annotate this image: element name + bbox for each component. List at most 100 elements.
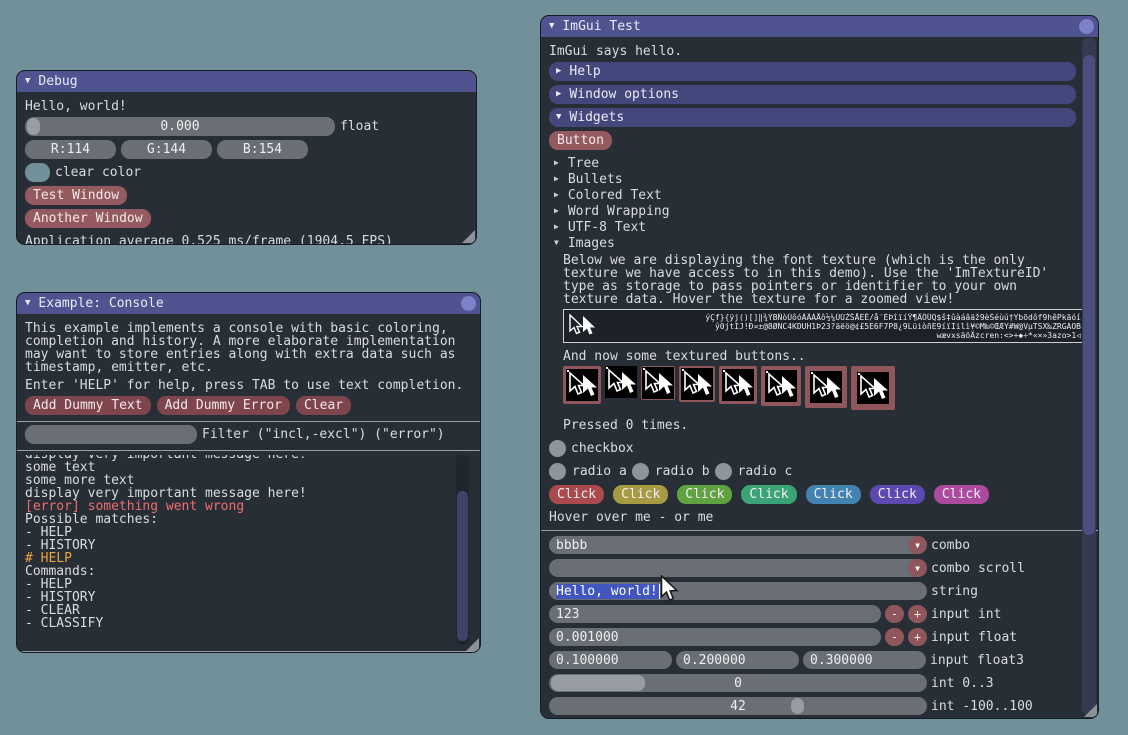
- debug-titlebar[interactable]: ▼ Debug: [17, 71, 476, 92]
- combo-scroll-box[interactable]: ▼: [549, 559, 927, 577]
- radio-circle-icon[interactable]: [632, 463, 649, 480]
- click-button[interactable]: Click: [741, 485, 796, 504]
- decrement-button[interactable]: -: [885, 605, 904, 623]
- radio-button[interactable]: radio b: [632, 463, 710, 480]
- input-int-field[interactable]: 123: [549, 605, 881, 623]
- imgui-test-window: ▼ ImGui Test ImGui says hello. ▶ Help ▶ …: [540, 15, 1099, 719]
- console-log-region[interactable]: display very important message here! som…: [25, 455, 472, 645]
- image-button[interactable]: [851, 366, 895, 410]
- another-window-button[interactable]: Another Window: [25, 209, 151, 228]
- combo-arrow-button[interactable]: ▼: [908, 559, 927, 577]
- tree-node[interactable]: ▶ Colored Text: [549, 187, 1076, 203]
- input-float3-value: 0.300000: [810, 653, 873, 668]
- tree-node[interactable]: ▶ Bullets: [549, 171, 1076, 187]
- add-dummy-error-button[interactable]: Add Dummy Error: [157, 396, 290, 415]
- cursor-texture-icon: [642, 367, 674, 399]
- tree-arrow-icon[interactable]: ▶: [554, 175, 559, 183]
- input-int-label: input int: [931, 607, 1001, 622]
- decrement-button[interactable]: -: [885, 628, 904, 646]
- hover-text: Hover over me - or me: [549, 511, 1076, 524]
- float-slider[interactable]: 0.000: [25, 117, 335, 136]
- click-button[interactable]: Click: [934, 485, 989, 504]
- filter-input[interactable]: [25, 425, 197, 444]
- slider-int-0-3[interactable]: 0: [549, 674, 927, 692]
- slider-grab[interactable]: [791, 698, 804, 714]
- string-input[interactable]: Hello, world!: [549, 582, 927, 600]
- radio-circle-icon[interactable]: [715, 463, 732, 480]
- cursor-glyphs-icon: [567, 313, 597, 339]
- input-float3-value: 0.100000: [556, 653, 619, 668]
- click-button[interactable]: Click: [677, 485, 732, 504]
- resize-grip[interactable]: [462, 230, 475, 243]
- increment-button[interactable]: +: [908, 605, 927, 623]
- click-button[interactable]: Click: [870, 485, 925, 504]
- resize-grip[interactable]: [1084, 704, 1097, 717]
- close-button[interactable]: [461, 296, 476, 311]
- color-drag-field[interactable]: G:144: [121, 140, 212, 159]
- collapsing-headers: ▶ Help ▶ Window options ▼ Widgets: [549, 62, 1076, 127]
- combo-box[interactable]: bbbb ▼: [549, 536, 927, 554]
- input-float3-field[interactable]: 0.200000: [676, 651, 799, 669]
- collapse-arrow-icon[interactable]: ▼: [25, 77, 30, 86]
- click-button[interactable]: Click: [549, 485, 604, 504]
- add-dummy-text-button[interactable]: Add Dummy Text: [25, 396, 151, 415]
- collapsing-header[interactable]: ▼ Widgets: [549, 108, 1076, 127]
- log-scrollbar-thumb[interactable]: [457, 491, 468, 641]
- checkbox[interactable]: [549, 440, 566, 457]
- input-float3-label: input float3: [930, 653, 1024, 668]
- console-titlebar[interactable]: ▼ Example: Console: [17, 293, 480, 314]
- tree-node-label: UTF-8 Text: [568, 220, 646, 235]
- font-texture-image[interactable]: ýÇf}{ÿj()[]‖¾ÝBÑòÙôóÂÃÀÅô½¼ÙÚŽŠÅÉÊ/å‵ÈÞî…: [563, 309, 1085, 343]
- radio-button[interactable]: radio c: [715, 463, 793, 480]
- tree-node[interactable]: ▶ UTF-8 Text: [549, 219, 1076, 235]
- tree-node[interactable]: ▼ Images: [549, 235, 1076, 251]
- tree-arrow-icon[interactable]: ▶: [554, 207, 559, 215]
- tree-node-label: Word Wrapping: [568, 204, 670, 219]
- tree-arrow-icon[interactable]: ▶: [554, 159, 559, 167]
- tree-arrow-icon[interactable]: ▶: [554, 223, 559, 231]
- tree-node[interactable]: ▶ Tree: [549, 155, 1076, 171]
- click-button[interactable]: Click: [806, 485, 861, 504]
- tree-arrow-icon[interactable]: ▼: [554, 239, 559, 247]
- click-button[interactable]: Click: [613, 485, 668, 504]
- imgui-titlebar[interactable]: ▼ ImGui Test: [541, 16, 1098, 37]
- tree-node[interactable]: ▶ Word Wrapping: [549, 203, 1076, 219]
- collapsing-header[interactable]: ▶ Help: [549, 62, 1076, 81]
- test-window-button[interactable]: Test Window: [25, 186, 127, 205]
- combo-arrow-button[interactable]: ▼: [908, 536, 927, 554]
- radio-button[interactable]: radio a: [549, 463, 627, 480]
- input-float3-field[interactable]: 0.100000: [549, 651, 672, 669]
- clear-color-swatch[interactable]: [25, 163, 50, 182]
- color-drag-field[interactable]: R:114: [25, 140, 116, 159]
- image-button[interactable]: [805, 366, 847, 408]
- header-label: Widgets: [569, 110, 624, 125]
- image-button[interactable]: [563, 366, 601, 404]
- image-button[interactable]: [641, 366, 675, 400]
- window-scrollbar-thumb[interactable]: [1083, 55, 1095, 535]
- slider-int-100[interactable]: 42: [549, 697, 927, 715]
- input-float-field[interactable]: 0.001000: [549, 628, 881, 646]
- radio-circle-icon[interactable]: [549, 463, 566, 480]
- image-button[interactable]: [679, 366, 715, 402]
- color-drag-field[interactable]: B:154: [217, 140, 308, 159]
- image-button[interactable]: [761, 366, 801, 406]
- separator: [17, 450, 480, 451]
- collapse-arrow-icon[interactable]: ▼: [549, 22, 554, 31]
- close-button[interactable]: [1079, 19, 1094, 34]
- slider-grab[interactable]: [27, 118, 40, 135]
- collapse-arrow-icon[interactable]: ▼: [25, 299, 30, 308]
- window-scrollbar[interactable]: [1082, 38, 1096, 715]
- slider-grab[interactable]: [551, 675, 645, 691]
- tree-arrow-icon[interactable]: ▶: [554, 191, 559, 199]
- filter-label: Filter ("incl,-excl") ("error"): [202, 427, 445, 442]
- increment-button[interactable]: +: [908, 628, 927, 646]
- resize-grip[interactable]: [466, 638, 479, 651]
- collapsing-header[interactable]: ▶ Window options: [549, 85, 1076, 104]
- clear-button[interactable]: Clear: [296, 396, 351, 415]
- separator: [17, 651, 480, 652]
- image-button[interactable]: [605, 366, 637, 398]
- input-float3-field[interactable]: 0.300000: [803, 651, 926, 669]
- log-scrollbar[interactable]: [456, 455, 469, 645]
- button-widget[interactable]: Button: [549, 131, 612, 150]
- image-button[interactable]: [719, 366, 757, 404]
